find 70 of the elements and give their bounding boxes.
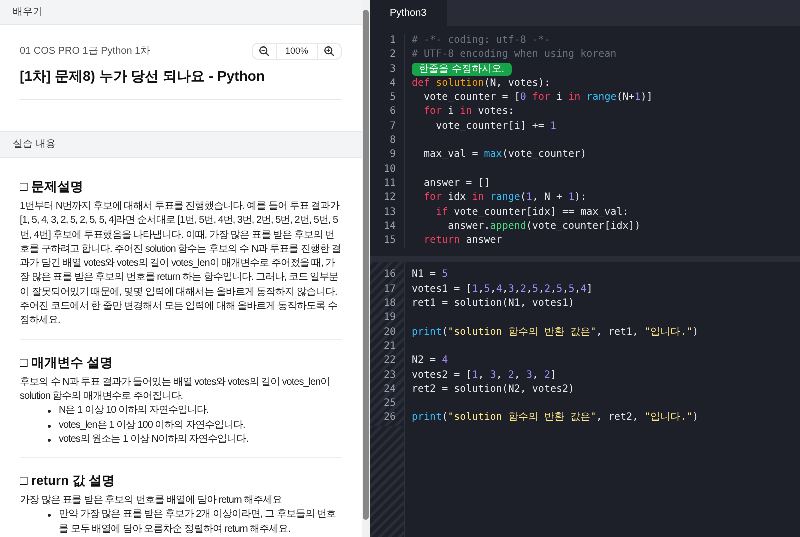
line-number: 1 [388, 34, 397, 48]
line-number: 16 [382, 268, 397, 282]
code-line: votes2 = [1, 3, 2, 3, 2] [412, 368, 557, 383]
line-number: 15 [382, 234, 397, 248]
line-number: 21 [382, 340, 397, 354]
line-number: 17 [382, 282, 397, 297]
line-number: 4 [388, 76, 397, 91]
line-number: 9 [388, 148, 397, 162]
line-number: 14 [382, 220, 397, 234]
line-number: 25 [382, 397, 397, 412]
line-number: 11 [382, 176, 397, 191]
section-text: 1번부터 N번까지 후보에 대해서 투표를 진행했습니다. 예를 들어 투표 결과가 [1, 5, 4, 3, 2, 5, 2, 5, 5, 4]라면 순서대로 [1번, 5번, 4번, 3번, 2번, 5번, 2번, 5번, 5번, 4번] 후보에 투표했음을 나타냅니다. 이때, 가장 많은 표를 받은 후보의 번호를 구하려고 합니다. 주어진 solution 함수는 후보의 수 N과 투표를 진행한 결과가 담긴 배열 votes와 votes의 길이 votes_len이 매개변수로 주어졌을 때, 가장 많은 표를 받은 후보의 번호를 return 하는 함수입니다. 그러나, 코드 일부분이 잘못되어있기 때문에, 몇몇 입력에 대해서는 올바르게 동작하지 않습니다. 주어진 코드에서 한 줄만 변경해서 모든 입력에 대해 올바르게 동작하도록 수정하세요. [20, 200, 342, 328]
course-label: 01 COS PRO 1급 Python 1차 [20, 45, 151, 59]
code-line: if vote_counter[idx] == max_val: [435, 206, 629, 220]
code-line: return answer [423, 234, 502, 248]
section-text: 가장 많은 표를 받은 후보의 번호를 배열에 담아 return 해주세요 [20, 494, 284, 508]
line-number: 2 [388, 48, 397, 62]
line-number: 19 [382, 311, 397, 326]
line-number: 23 [382, 368, 397, 383]
line-number: 13 [382, 206, 397, 220]
section-heading: □ 매개변수 설명 [20, 354, 114, 372]
code-line: N2 = 4 [412, 354, 448, 368]
bullet-icon [48, 410, 51, 414]
line-number: 6 [388, 105, 397, 120]
code-line: for idx in range(1, N + 1): [423, 191, 587, 206]
code-line: ret1 = solution(N1, votes1) [412, 297, 575, 312]
line-number: 7 [388, 120, 397, 134]
editor-tab[interactable]: Python3 [370, 0, 447, 26]
line-number: 10 [382, 162, 397, 177]
hint-badge: 한줄을 수정하시오. [412, 63, 512, 76]
code-line: # -*- coding: utf-8 -*- [412, 34, 550, 48]
code-line: for i in votes: [423, 105, 514, 120]
panel-header: 배우기 [0, 0, 362, 25]
code-line: # UTF-8 encoding when using korean [412, 48, 617, 62]
code-line: print("solution 함수의 반환 값은", ret2, "입니다.") [412, 411, 699, 426]
code-line: vote_counter[i] += 1 [435, 120, 557, 134]
bullet-icon [48, 424, 51, 428]
code-line: max_val = max(vote_counter) [423, 148, 587, 162]
code-line: ret2 = solution(N2, votes2) [412, 382, 575, 397]
bullet-text: 만약 가장 많은 표를 받은 후보가 2개 이상이라면, 그 후보들의 번호를 모두 배열에 담아 오름차순 정렬하여 return 해주세요. [59, 508, 338, 537]
section-heading: □ 문제설명 [20, 178, 84, 196]
section-text: 후보의 수 N과 투표 결과가 들어있는 배열 votes와 votes의 길이 votes_len이 solution 함수의 매개변수로 주어집니다. [20, 376, 332, 404]
bullet-text: N은 1 이상 10 이하의 자연수입니다. [59, 404, 209, 418]
code-line: answer.append(vote_counter[idx]) [447, 220, 641, 234]
code-line: answer = [] [423, 176, 490, 191]
code-line: print("solution 함수의 반환 값은", ret1, "입니다.") [412, 326, 699, 340]
bullet-text: votes의 원소는 1 이상 N이하의 자연수입니다. [59, 432, 248, 447]
zoom-in-icon [324, 46, 335, 57]
bullet-text: votes_len은 1 이상 100 이하의 자연수입니다. [59, 418, 246, 433]
line-number: 8 [388, 134, 397, 148]
line-number: 18 [382, 297, 397, 312]
code-line: vote_counter = [0 for i in range(N+1)] [423, 91, 653, 106]
line-number: 24 [382, 382, 397, 397]
line-number: 26 [382, 411, 397, 426]
section-bar: 실습 내용 [0, 131, 362, 158]
section-heading: □ return 값 설명 [20, 472, 116, 490]
line-number: 22 [382, 354, 397, 368]
code-line: votes1 = [1,5,4,3,2,5,2,5,5,4] [412, 282, 593, 297]
zoom-out-icon [259, 46, 270, 57]
line-number: 12 [382, 191, 397, 206]
bullet-icon [48, 438, 51, 442]
line-number: 5 [388, 91, 397, 106]
scrollbar[interactable] [362, 0, 370, 537]
line-number: 3 [388, 62, 397, 77]
zoom-level: 100% [284, 44, 310, 58]
problem-title: [1차] 문제8) 누가 당선 되나요 - Python [20, 66, 342, 100]
line-number: 20 [382, 326, 397, 340]
code-line: N1 = 5 [412, 268, 448, 282]
code-line: def solution(N, votes): [412, 76, 550, 91]
bullet-icon [48, 514, 51, 518]
